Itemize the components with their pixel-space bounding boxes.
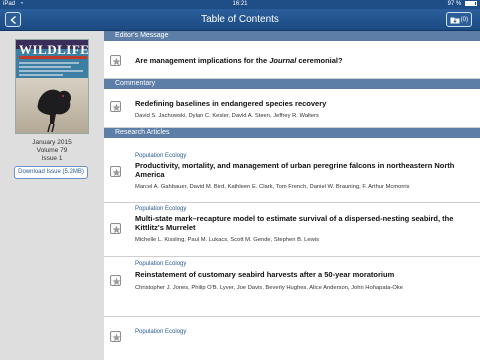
article-title-text: Are management implications for the (135, 56, 270, 65)
issue-volume: Volume 79 (36, 147, 68, 154)
article-item[interactable]: Population Ecology Reinstatement of cust… (104, 257, 480, 317)
favorite-toggle[interactable] (110, 223, 121, 234)
download-count: (0) (460, 17, 468, 23)
cover-text-line (19, 74, 63, 76)
star-icon (112, 333, 121, 342)
article-authors: David S. Jachowski, Dylan C. Kesler, Dav… (135, 113, 319, 119)
article-title-text: ceremonial? (296, 56, 343, 65)
section-header-commentary: Commentary (104, 79, 480, 89)
section-header-editors-message: Editor's Message (104, 31, 480, 41)
cover-subtitle-bar (19, 56, 87, 59)
article-title[interactable]: Multi-state mark–recapture model to esti… (135, 214, 467, 232)
section-header-research-articles: Research Articles (104, 128, 480, 138)
article-item[interactable]: Population Ecology (104, 317, 480, 342)
issue-sidebar: WILDLIFE January 2015 Volume 79 Issue 1 … (0, 31, 104, 360)
navigation-bar: Table of Contents (0) (0, 9, 480, 31)
article-category: Population Ecology (135, 153, 187, 159)
favorite-toggle[interactable] (110, 331, 121, 342)
article-authors: Michelle L. Kissling, Paul M. Lukacs, Sc… (135, 237, 319, 243)
article-category: Population Ecology (135, 329, 187, 335)
page-title: Table of Contents (201, 14, 279, 25)
article-title[interactable]: Are management implications for the Jour… (135, 56, 467, 65)
battery-percent: 97 % (447, 1, 462, 7)
favorite-toggle[interactable] (110, 55, 121, 66)
issue-number: Issue 1 (41, 155, 63, 162)
star-icon (112, 277, 121, 286)
status-bar: iPad ◔ 16:21 97 % (0, 0, 480, 9)
article-authors: Christopher J. Jones, Philip O'B. Lyver,… (135, 285, 404, 291)
cover-text-line (19, 70, 83, 72)
favorite-toggle[interactable] (110, 101, 121, 112)
download-folder-icon (450, 17, 460, 24)
article-title[interactable]: Reinstatement of customary seabird harve… (135, 270, 467, 279)
table-of-contents-list[interactable]: Editor's Message Are management implicat… (104, 31, 480, 360)
status-time: 16:21 (232, 1, 248, 7)
article-category: Population Ecology (135, 206, 187, 212)
article-item[interactable]: Redefining baselines in endangered speci… (104, 89, 480, 128)
star-icon (112, 57, 121, 66)
article-category: Population Ecology (135, 261, 187, 267)
article-title[interactable]: Productivity, mortality, and management … (135, 161, 467, 179)
cover-text-line (19, 66, 71, 68)
download-issue-button[interactable]: Download Issue (5.2MB) (14, 166, 88, 179)
grouse-illustration (37, 89, 72, 133)
favorite-toggle[interactable] (110, 166, 121, 177)
journal-cover[interactable]: WILDLIFE (15, 39, 89, 134)
article-authors: Marcel A. Gahbauer, David M. Bird, Kathl… (135, 184, 410, 190)
article-item[interactable]: Are management implications for the Jour… (104, 41, 480, 79)
issue-date: January 2015 (32, 139, 72, 146)
star-icon (112, 168, 121, 177)
downloads-button[interactable]: (0) (446, 12, 472, 27)
article-item[interactable]: Population Ecology Productivity, mortali… (104, 138, 480, 203)
article-item[interactable]: Population Ecology Multi-state mark–reca… (104, 203, 480, 257)
article-title[interactable]: Redefining baselines in endangered speci… (135, 99, 467, 108)
favorite-toggle[interactable] (110, 275, 121, 286)
star-icon (112, 225, 121, 234)
cover-text-line (19, 62, 79, 64)
star-icon (112, 103, 121, 112)
status-right: 97 % (448, 1, 477, 7)
article-title-italic: Journal (269, 56, 297, 65)
battery-icon (465, 1, 477, 6)
